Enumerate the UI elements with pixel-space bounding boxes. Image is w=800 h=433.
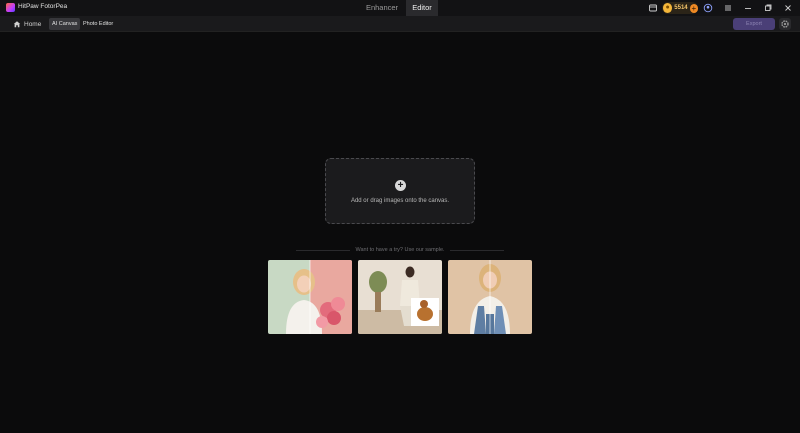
gift-icon[interactable] [648, 3, 658, 13]
account-icon[interactable] [703, 3, 713, 13]
sample-prompt: Want to have a try? Use our sample. [296, 246, 504, 254]
plus-icon[interactable]: + [395, 180, 406, 191]
app-title: HitPaw FotorPea [18, 3, 68, 10]
export-button[interactable]: Export [733, 18, 775, 30]
title-bar: HitPaw FotorPea Enhancer Editor ● 5514 + [0, 0, 800, 16]
tab-enhancer[interactable]: Enhancer [356, 0, 408, 16]
sample-image-woman-flowers[interactable] [268, 260, 352, 334]
close-icon[interactable] [783, 3, 793, 13]
tab-photo-editor[interactable]: Photo Editor [80, 18, 116, 30]
toolbar: Home AI Canvas Photo Editor Export [0, 16, 800, 32]
dropzone-text: Add or drag images onto the canvas. [350, 198, 450, 204]
coin-count: 5514 [674, 5, 688, 11]
app-logo-icon [6, 3, 15, 12]
gear-icon [781, 20, 789, 28]
home-icon [13, 21, 21, 28]
canvas-dropzone[interactable]: + Add or drag images onto the canvas. [325, 158, 475, 224]
sample-image-woman-dog[interactable] [358, 260, 442, 334]
menu-icon[interactable] [723, 3, 733, 13]
add-coin-icon[interactable]: + [689, 3, 698, 13]
restore-icon[interactable] [763, 3, 773, 13]
minimize-icon[interactable] [743, 3, 753, 13]
coin-icon: ● [663, 3, 673, 13]
settings-button[interactable] [779, 18, 791, 30]
tab-editor[interactable]: Editor [406, 0, 438, 16]
coin-balance[interactable]: ● 5514 + [662, 2, 698, 14]
home-button[interactable]: Home [13, 19, 41, 29]
home-label: Home [24, 20, 42, 28]
sample-image-woman-denim[interactable] [448, 260, 532, 334]
tab-ai-canvas[interactable]: AI Canvas [49, 18, 81, 30]
